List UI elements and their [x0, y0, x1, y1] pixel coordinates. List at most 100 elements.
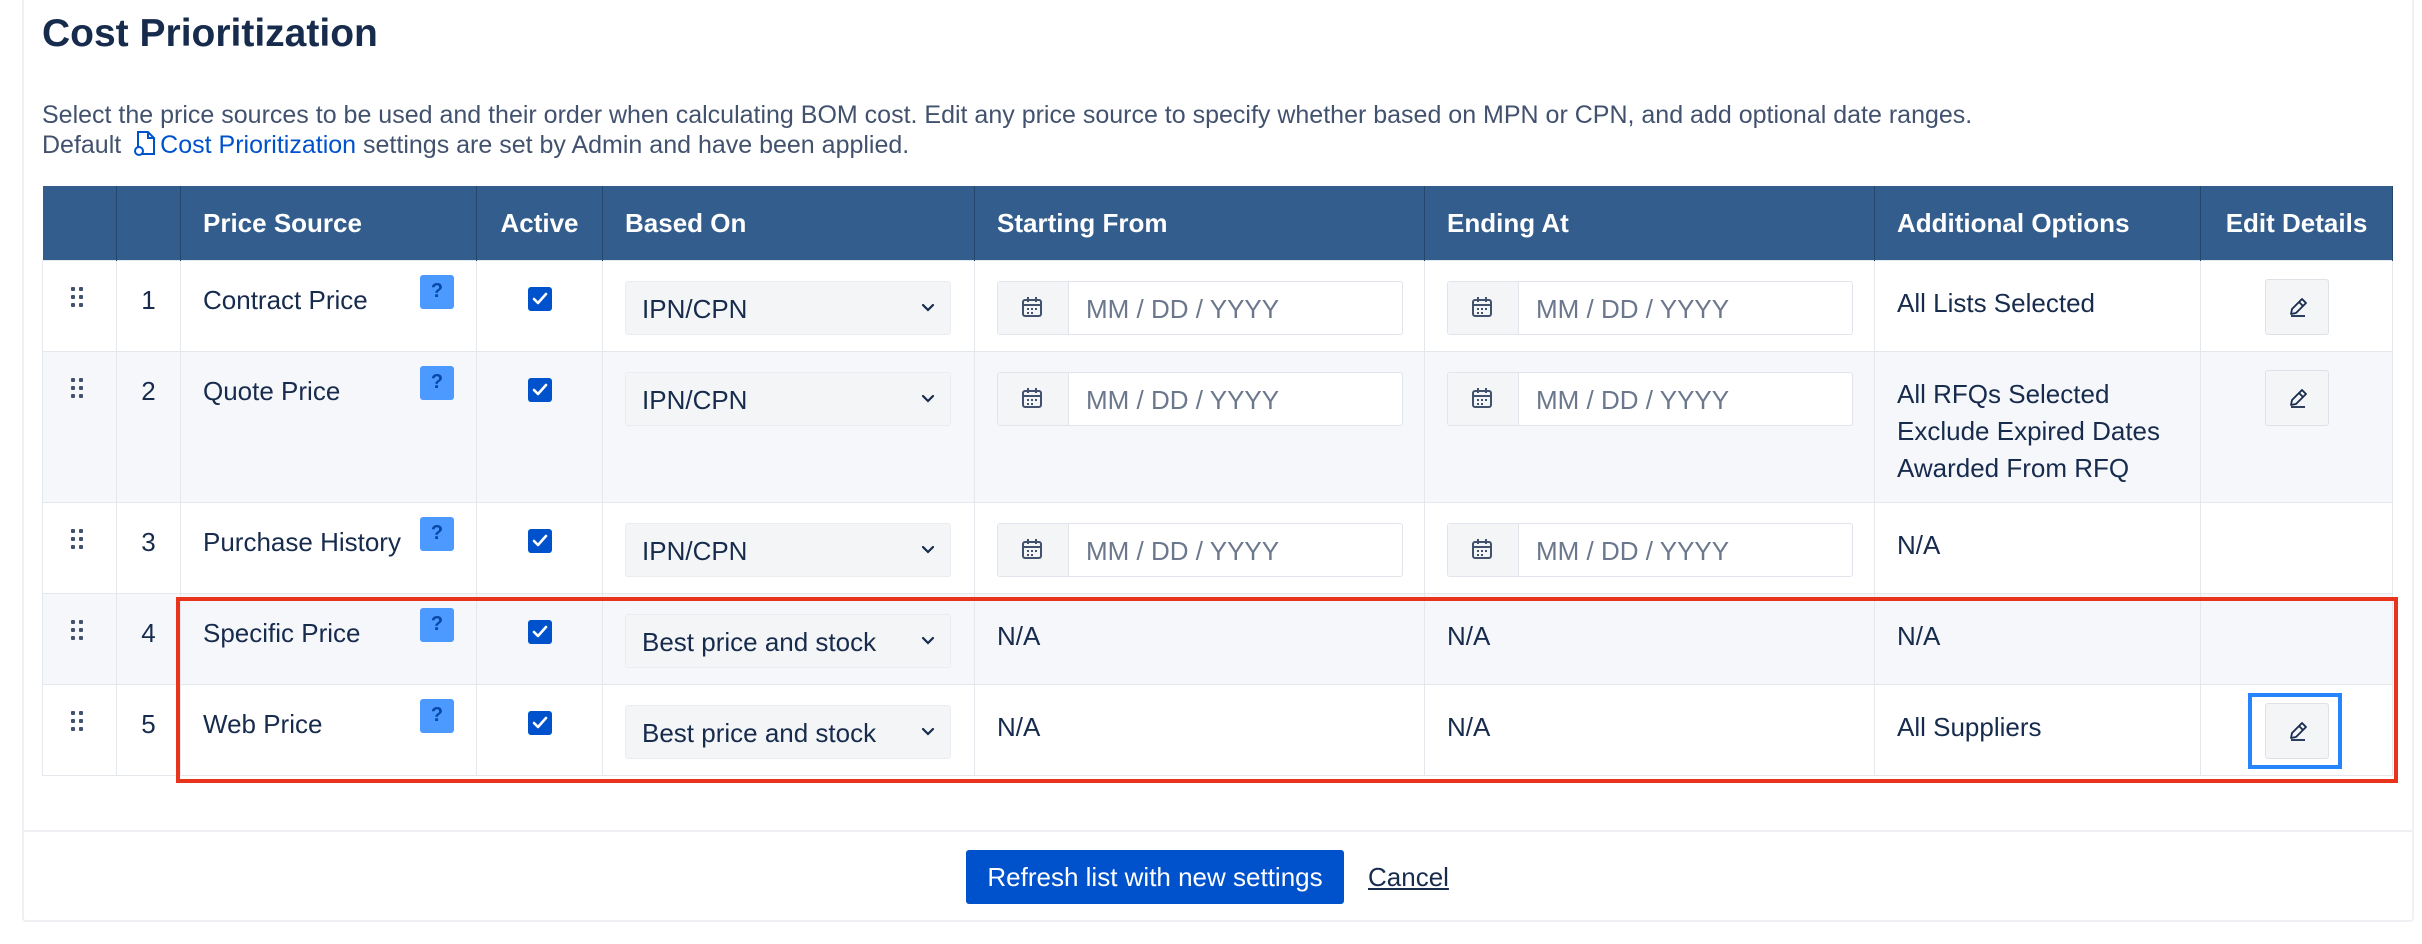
header-active: Active: [476, 186, 603, 261]
refresh-list-button[interactable]: Refresh list with new settings: [966, 850, 1344, 904]
chevron-down-icon: [921, 636, 935, 645]
active-checkbox[interactable]: [527, 711, 552, 735]
price-source-name: Contract Price: [203, 285, 368, 315]
calendar-icon[interactable]: [1448, 373, 1519, 425]
starting-from-cell: N/A: [974, 593, 1425, 685]
drag-handle-icon[interactable]: [71, 711, 87, 735]
based-on-value: IPN/CPN: [642, 294, 748, 324]
cost-prioritization-link[interactable]: Cost Prioritization: [160, 131, 356, 159]
row-index: 3: [141, 527, 156, 557]
based-on-select[interactable]: IPN/CPN: [625, 372, 951, 426]
based-on-select[interactable]: IPN/CPN: [625, 281, 951, 335]
active-cell: [476, 684, 603, 776]
based-on-cell: Best price and stock: [602, 684, 975, 776]
active-checkbox[interactable]: [527, 378, 552, 402]
ending-at-cell: MM / DD / YYYY: [1424, 260, 1875, 352]
based-on-value: Best price and stock: [642, 718, 877, 748]
starting-from-cell: N/A: [974, 684, 1425, 776]
checkmark-icon: [532, 292, 547, 305]
additional-option-line: N/A: [1897, 530, 1941, 560]
price-source-name: Quote Price: [203, 376, 341, 406]
drag-handle-icon[interactable]: [71, 378, 87, 402]
based-on-value: IPN/CPN: [642, 385, 748, 415]
active-checkbox[interactable]: [527, 620, 552, 644]
start-date-input[interactable]: MM / DD / YYYY: [997, 281, 1403, 335]
additional-options-cell: All Suppliers: [1874, 684, 2201, 776]
active-checkbox[interactable]: [527, 287, 552, 311]
calendar-icon[interactable]: [1448, 282, 1519, 334]
based-on-cell: Best price and stock: [602, 593, 975, 685]
drag-handle-icon[interactable]: [71, 529, 87, 553]
calendar-icon[interactable]: [998, 524, 1069, 576]
end-date-input[interactable]: MM / DD / YYYY: [1447, 523, 1853, 577]
start-date-placeholder: MM / DD / YYYY: [1086, 385, 1280, 415]
index-cell: 3: [116, 502, 181, 594]
calendar-icon[interactable]: [998, 373, 1069, 425]
additional-options-cell: All RFQs Selected Exclude Expired Dates Aw…: [1874, 351, 2201, 503]
header-price-source: Price Source: [180, 186, 477, 261]
index-cell: 5: [116, 684, 181, 776]
help-icon[interactable]: ?: [420, 366, 454, 400]
starting-from-cell: MM / DD / YYYY: [974, 260, 1425, 352]
active-cell: [476, 351, 603, 503]
checkmark-icon: [532, 534, 547, 547]
based-on-cell: IPN/CPN: [602, 351, 975, 503]
price-source-table: Price Source Active Based On Starting Fr…: [42, 186, 2393, 776]
based-on-select[interactable]: IPN/CPN: [625, 523, 951, 577]
based-on-select[interactable]: Best price and stock: [625, 614, 951, 668]
help-icon[interactable]: ?: [420, 699, 454, 733]
description-line-1: Select the price sources to be used and …: [42, 101, 1973, 129]
row-index: 5: [141, 709, 156, 739]
page-description: Select the price sources to be used and …: [42, 100, 2342, 160]
chevron-down-icon: [921, 303, 935, 312]
pencil-icon: [2289, 298, 2307, 317]
help-icon[interactable]: ?: [420, 517, 454, 551]
additional-option-line: N/A: [1897, 621, 1941, 651]
help-icon[interactable]: ?: [420, 608, 454, 642]
additional-options-cell: All Lists Selected: [1874, 260, 2201, 352]
header-ending-at: Ending At: [1424, 186, 1875, 261]
based-on-select[interactable]: Best price and stock: [625, 705, 951, 759]
table-row: 5 Web Price ? Best price and stock N/A N…: [42, 684, 2393, 776]
edit-details-cell: [2200, 593, 2393, 685]
ending-at-cell: MM / DD / YYYY: [1424, 351, 1875, 503]
starting-from-cell: MM / DD / YYYY: [974, 502, 1425, 594]
header-based-on: Based On: [602, 186, 975, 261]
start-date-value: N/A: [997, 621, 1041, 651]
price-source-cell: Web Price ?: [180, 684, 477, 776]
cancel-link[interactable]: Cancel: [1368, 862, 1449, 893]
calendar-icon[interactable]: [1448, 524, 1519, 576]
document-link-icon: [134, 131, 156, 156]
end-date-input[interactable]: MM / DD / YYYY: [1447, 372, 1853, 426]
checkmark-icon: [532, 625, 547, 638]
additional-options: All RFQs Selected Exclude Expired Dates Aw…: [1897, 376, 2160, 487]
help-icon[interactable]: ?: [420, 275, 454, 309]
edit-details-cell: [2200, 502, 2393, 594]
edit-details-button[interactable]: [2264, 370, 2329, 426]
edit-details-button[interactable]: [2264, 703, 2329, 759]
drag-handle-icon[interactable]: [71, 620, 87, 644]
edit-details-cell: [2200, 260, 2393, 352]
starting-from-cell: MM / DD / YYYY: [974, 351, 1425, 503]
page-title: Cost Prioritization: [42, 12, 378, 55]
calendar-icon[interactable]: [998, 282, 1069, 334]
active-checkbox[interactable]: [527, 529, 552, 553]
additional-options-cell: N/A: [1874, 593, 2201, 685]
index-cell: 4: [116, 593, 181, 685]
index-cell: 1: [116, 260, 181, 352]
start-date-input[interactable]: MM / DD / YYYY: [997, 372, 1403, 426]
drag-cell: [42, 684, 117, 776]
additional-options: N/A: [1897, 618, 1940, 655]
drag-cell: [42, 593, 117, 685]
edit-details-cell: [2200, 351, 2393, 503]
drag-handle-icon[interactable]: [71, 287, 87, 311]
end-date-input[interactable]: MM / DD / YYYY: [1447, 281, 1853, 335]
description-prefix: Default: [42, 131, 122, 159]
header-index: [116, 186, 181, 261]
start-date-input[interactable]: MM / DD / YYYY: [997, 523, 1403, 577]
start-date-value: N/A: [997, 712, 1041, 742]
edit-details-button[interactable]: [2264, 279, 2329, 335]
row-index: 2: [141, 376, 156, 406]
start-date-placeholder: MM / DD / YYYY: [1086, 294, 1280, 324]
additional-options: N/A: [1897, 527, 1940, 564]
